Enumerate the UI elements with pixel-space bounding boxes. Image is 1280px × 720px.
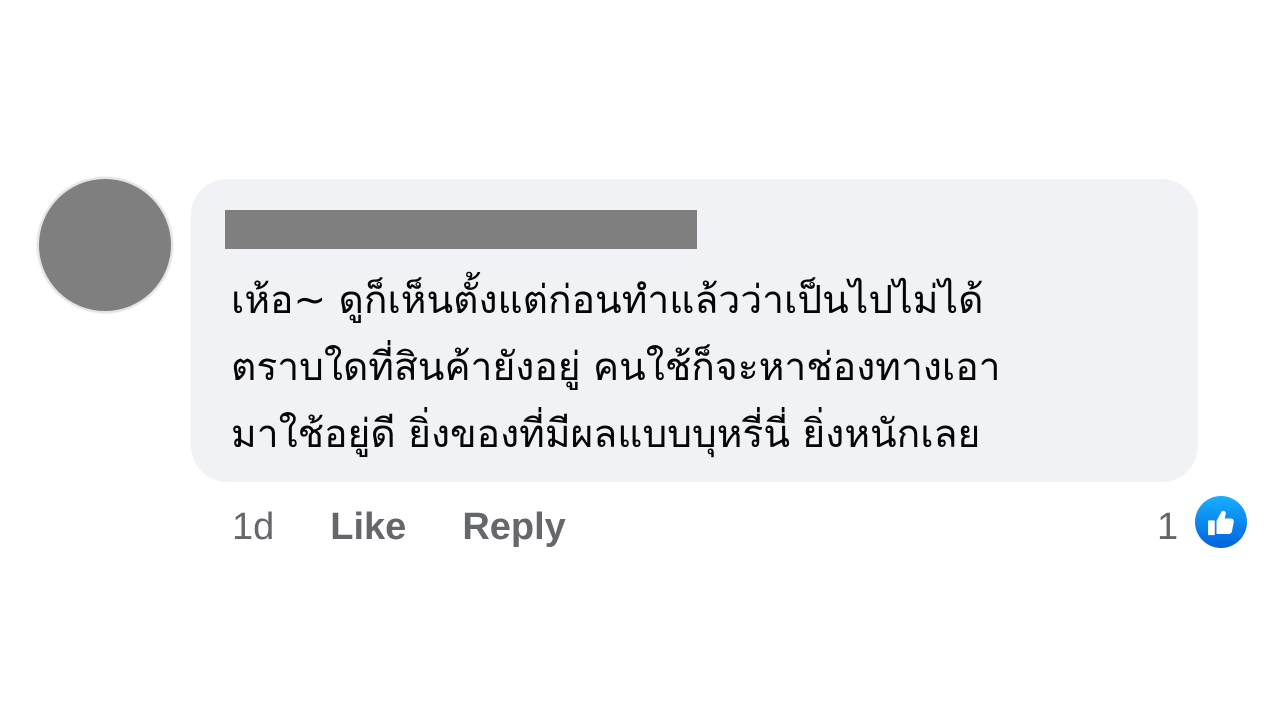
- like-reaction-badge[interactable]: [1193, 494, 1249, 550]
- reaction-count[interactable]: 1: [1157, 502, 1178, 552]
- comment-text-line: มาใช้อยู่ดี ยิ่งของที่มีผลแบบบุหรี่นี่ ย…: [231, 412, 981, 457]
- avatar[interactable]: [39, 179, 171, 311]
- comment-text: เห้อ~ ดูก็เห็นตั้งแต่ก่อนทำแล้วว่าเป็นไป…: [231, 267, 1191, 468]
- comment-actions: 1d Like Reply: [232, 502, 566, 552]
- reply-button[interactable]: Reply: [462, 506, 565, 549]
- like-button[interactable]: Like: [330, 506, 406, 549]
- comment-text-line: ตราบใดที่สินค้ายังอยู่ คนใช้ก็จะหาช่องทา…: [231, 345, 1001, 390]
- comment-timestamp[interactable]: 1d: [232, 506, 274, 549]
- like-thumbs-up-icon: [1195, 496, 1247, 548]
- comment-bubble: เห้อ~ ดูก็เห็นตั้งแต่ก่อนทำแล้วว่าเป็นไป…: [191, 179, 1198, 482]
- comment-text-line: เห้อ~ ดูก็เห็นตั้งแต่ก่อนทำแล้วว่าเป็นไป…: [231, 278, 984, 323]
- redacted-commenter-name[interactable]: [225, 210, 697, 249]
